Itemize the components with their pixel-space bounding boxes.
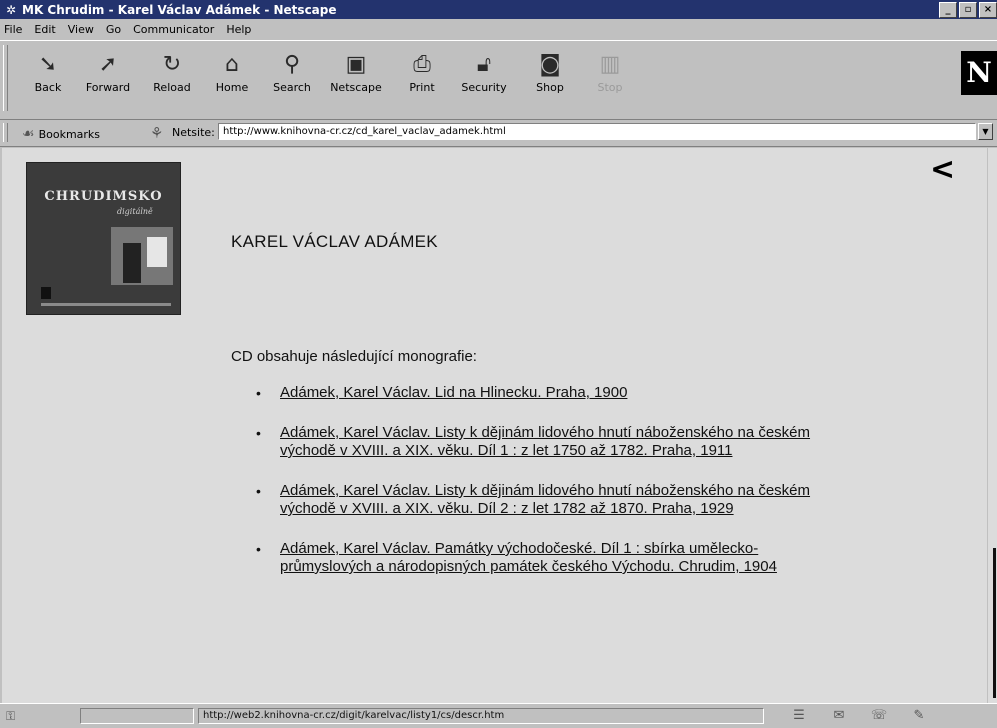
home-icon: ⌂ bbox=[225, 52, 239, 77]
mailbox-icon[interactable]: ✉ bbox=[826, 708, 852, 723]
forward-button[interactable]: ➚ Forward bbox=[82, 49, 134, 103]
window-title: MK Chrudim - Karel Václav Adámek - Netsc… bbox=[22, 2, 337, 17]
toolbar-grip[interactable] bbox=[3, 45, 8, 111]
scrollbar-thumb[interactable] bbox=[993, 548, 996, 698]
search-button[interactable]: ⚲ Search bbox=[266, 49, 318, 103]
url-field[interactable] bbox=[218, 123, 976, 140]
status-bar: ⚿ http://web2.knihovna-cr.cz/digit/karel… bbox=[0, 703, 997, 728]
stop-icon: ▥ bbox=[599, 52, 621, 77]
close-button[interactable]: × bbox=[979, 2, 997, 18]
menu-communicator[interactable]: Communicator bbox=[133, 23, 214, 36]
location-grip[interactable] bbox=[3, 123, 8, 142]
status-text: http://web2.knihovna-cr.cz/digit/karelva… bbox=[198, 708, 764, 724]
monograph-link[interactable]: Adámek, Karel Václav. Listy k dějinám li… bbox=[280, 424, 810, 459]
intro-text: CD obsahuje následující monografie: bbox=[231, 348, 477, 365]
url-history-dropdown[interactable]: ▼ bbox=[978, 123, 993, 140]
photo-highlight bbox=[147, 237, 167, 267]
back-link-arrow-icon[interactable]: < bbox=[930, 152, 955, 187]
cover-photo bbox=[111, 227, 173, 285]
print-icon: ⎙ bbox=[413, 52, 431, 77]
reload-button[interactable]: ↻ Reload bbox=[146, 49, 198, 103]
cover-footer-line bbox=[41, 303, 171, 306]
netscape-icon: ▣ bbox=[345, 52, 367, 77]
page-heading: KAREL VÁCLAV ADÁMEK bbox=[231, 232, 438, 251]
bullet: • bbox=[256, 541, 261, 557]
security-icon: 🔓︎ bbox=[476, 52, 492, 77]
list-item: • Adámek, Karel Václav. Listy k dějinám … bbox=[256, 482, 836, 518]
discussion-icon[interactable]: ☏ bbox=[866, 708, 892, 723]
menu-go[interactable]: Go bbox=[106, 23, 121, 36]
reload-icon: ↻ bbox=[162, 52, 182, 77]
progress-meter bbox=[80, 708, 194, 724]
monograph-list: • Adámek, Karel Václav. Lid na Hlinecku.… bbox=[256, 384, 836, 598]
menu-help[interactable]: Help bbox=[226, 23, 251, 36]
photo-figure bbox=[123, 243, 141, 283]
shop-icon: ◙ bbox=[539, 52, 561, 77]
location-bar: ☙ Bookmarks ⚘ Netsite: ▼ bbox=[0, 120, 997, 147]
forward-arrow-icon: ➚ bbox=[98, 52, 118, 77]
cover-subtitle: digitálně bbox=[117, 207, 153, 216]
netscape-app-icon[interactable]: ✲ bbox=[4, 3, 18, 17]
menu-file[interactable]: File bbox=[4, 23, 22, 36]
menu-bar: File Edit View Go Communicator Help bbox=[0, 19, 997, 39]
monograph-link[interactable]: Adámek, Karel Václav. Památky východočes… bbox=[280, 540, 777, 575]
page-proxy-icon[interactable]: ⚘ bbox=[150, 124, 163, 142]
list-item: • Adámek, Karel Václav. Lid na Hlinecku.… bbox=[256, 384, 836, 402]
print-button[interactable]: ⎙ Print bbox=[396, 49, 448, 103]
shop-button[interactable]: ◙ Shop bbox=[524, 49, 576, 103]
cover-mark bbox=[41, 287, 51, 299]
page-content: CHRUDIMSKO digitálně < KAREL VÁCLAV ADÁM… bbox=[2, 148, 987, 703]
navigator-icon[interactable]: ☰ bbox=[786, 708, 812, 723]
bookmarks-icon: ☙ bbox=[22, 126, 35, 142]
menu-view[interactable]: View bbox=[68, 23, 94, 36]
monograph-link[interactable]: Adámek, Karel Václav. Listy k dějinám li… bbox=[280, 482, 810, 517]
navigation-toolbar: ➘ Back ➚ Forward ↻ Reload ⌂ Home ⚲ Searc… bbox=[0, 40, 997, 120]
netsite-label: Netsite: bbox=[172, 126, 215, 139]
window-title-bar: ✲ MK Chrudim - Karel Václav Adámek - Net… bbox=[0, 0, 997, 19]
list-item: • Adámek, Karel Václav. Památky východoč… bbox=[256, 540, 836, 576]
netscape-logo[interactable]: N bbox=[961, 51, 997, 95]
bookmarks-button[interactable]: ☙ Bookmarks bbox=[22, 126, 100, 142]
cover-title: CHRUDIMSKO bbox=[44, 189, 163, 204]
bullet: • bbox=[256, 425, 261, 441]
menu-edit[interactable]: Edit bbox=[34, 23, 55, 36]
bullet: • bbox=[256, 385, 261, 401]
home-button[interactable]: ⌂ Home bbox=[206, 49, 258, 103]
window-controls: _ ▫ × bbox=[937, 2, 997, 18]
stop-button[interactable]: ▥ Stop bbox=[584, 49, 636, 103]
maximize-button[interactable]: ▫ bbox=[959, 2, 977, 18]
composer-icon[interactable]: ✎ bbox=[906, 708, 932, 723]
component-bar: ☰ ✉ ☏ ✎ bbox=[786, 708, 946, 723]
list-item: • Adámek, Karel Václav. Listy k dějinám … bbox=[256, 424, 836, 460]
security-status-icon[interactable]: ⚿ bbox=[6, 709, 15, 724]
search-icon: ⚲ bbox=[283, 52, 301, 77]
minimize-button[interactable]: _ bbox=[939, 2, 957, 18]
security-button[interactable]: 🔓︎ Security bbox=[458, 49, 510, 103]
monograph-link[interactable]: Adámek, Karel Václav. Lid na Hlinecku. P… bbox=[280, 384, 627, 401]
cd-cover-image: CHRUDIMSKO digitálně bbox=[26, 162, 181, 315]
netscape-button[interactable]: ▣ Netscape bbox=[330, 49, 382, 103]
back-button[interactable]: ➘ Back bbox=[22, 49, 74, 103]
vertical-scrollbar[interactable] bbox=[987, 148, 997, 703]
bullet: • bbox=[256, 483, 261, 499]
back-arrow-icon: ➘ bbox=[38, 52, 58, 77]
